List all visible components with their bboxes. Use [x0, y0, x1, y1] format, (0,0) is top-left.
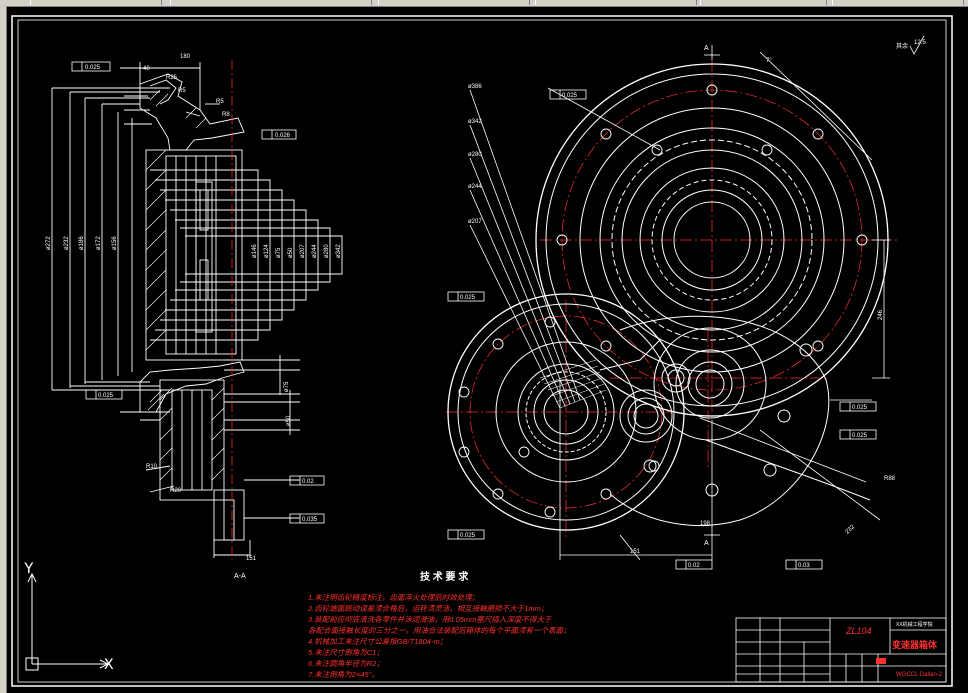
tol-value: 0.025 [460, 295, 476, 301]
tech-req-item: 7.未注倒角为2×45°。 [308, 670, 379, 679]
view-label: A [704, 540, 709, 547]
ucs-x-label: X [104, 656, 114, 674]
ucs-y-label: Y [24, 560, 34, 578]
tol-value: 0.025 [852, 433, 868, 439]
dim-text: ø280 [324, 244, 330, 258]
tol-value: 0.035 [302, 517, 318, 523]
tol-value: 0.03 [798, 563, 810, 569]
tol-value: 0.025 [562, 93, 578, 99]
section-label: A-A [234, 573, 246, 580]
dim-text: R25 [166, 75, 178, 81]
tol-value: 0.02 [688, 563, 700, 569]
roughness-symbol: 其余 12.5 [896, 35, 926, 55]
plan-dim-text: 0.025 0.025 0.025 0.02 0.03 0.025 0.025 … [460, 58, 896, 569]
cad-viewport[interactable]: 0.025 0.026 0.025 0.02 0.035 180 40 R25 … [0, 0, 968, 693]
dim-text: ø50 [288, 247, 294, 258]
tol-value: 0.026 [275, 133, 291, 139]
dim-text: R20 [170, 488, 182, 494]
dim-text: ø75 [284, 381, 290, 392]
tolerance-frames [71, 61, 325, 524]
view-label: A [704, 45, 709, 52]
dim-text: ø75 [276, 247, 282, 258]
idler-housing [599, 315, 871, 526]
dim-text: ø207 [468, 219, 482, 225]
section-dim-text: 0.025 0.026 0.025 0.02 0.035 180 40 R25 … [46, 54, 342, 562]
tech-req-item: 3.装配前应彻底清洗各零件并涂润滑油，用0.05mm塞尺插入深度不得大于 [308, 615, 553, 624]
dim-text: ø146 [252, 244, 258, 258]
roughness-label: 其余 [896, 42, 908, 50]
technical-requirements: 技 术 要 求 1.未注明齿轮精度标注，齿面淬火处理后时效处理； 2.齿轮端面跳… [307, 570, 571, 679]
tech-req-item: 4.机械加工未注尺寸公差按GB/T1804-m； [308, 637, 447, 646]
tol-value: 0.02 [302, 479, 314, 485]
tech-req-item: 5.未注尺寸倒角为C1； [308, 648, 384, 657]
dim-text: ø386 [468, 84, 482, 90]
dim-text: ø50 [286, 415, 292, 426]
dim-text: R5 [178, 88, 186, 94]
drawing-number: ZL104 [845, 626, 872, 636]
dim-text: ø172 [96, 236, 102, 250]
dim-text: ø244 [312, 244, 318, 258]
drawing-code: WGCCL Dalian-2 [896, 672, 943, 678]
bolt-holes-small [458, 316, 660, 518]
dim-text: 246 [878, 309, 884, 320]
dim-text: ø342 [336, 244, 342, 258]
plan-dimensions [469, 45, 890, 561]
dim-text: ø244 [468, 184, 482, 190]
dim-text: 7° [766, 58, 772, 64]
ucs-icon: Y X [20, 560, 120, 684]
section-view [51, 62, 343, 558]
dim-text: 180 [180, 54, 191, 60]
dim-text: 40 [143, 66, 150, 72]
part-name: 变速器箱体 [892, 639, 938, 650]
dim-text: ø156 [112, 236, 118, 250]
tol-value: 0.025 [852, 405, 868, 411]
dim-text: 151 [630, 549, 641, 555]
dim-text: ø124 [264, 244, 270, 258]
dim-text: ø280 [468, 152, 482, 158]
tech-req-item: 各配合面接触长度的三分之一，用油合法装配后箱体的每个平面须有一个表面； [308, 626, 571, 635]
dim-text: ø186 [79, 236, 85, 250]
drawing-canvas: 0.025 0.026 0.025 0.02 0.035 180 40 R25 … [11, 15, 953, 687]
dim-text: R10 [146, 464, 158, 470]
dim-text: 151 [246, 556, 257, 562]
dim-text: ø342 [468, 119, 482, 125]
tech-req-title: 技 术 要 求 [420, 570, 469, 583]
dim-text: R88 [884, 476, 896, 482]
dim-text: R8 [222, 112, 230, 118]
tol-value: 0.025 [85, 65, 101, 71]
company-name: XX机械工程学院 [896, 621, 933, 628]
tech-req-item: 2.齿轮端面跳动误差须合格后，运转须灵活，相互接触磨损不大于1mm； [307, 604, 548, 613]
dim-text: R5 [216, 99, 224, 105]
dim-text: ø232 [64, 236, 70, 250]
dim-text: ø207 [300, 244, 306, 258]
tech-req-item: 1.未注明齿轮精度标注，齿面淬火处理后时效处理； [308, 593, 479, 602]
dim-text: 232 [845, 524, 857, 536]
dim-text: ø272 [46, 236, 52, 250]
plan-tolerance-frames [447, 89, 877, 570]
dim-text: 198 [700, 521, 711, 527]
tol-value: 0.025 [98, 393, 114, 399]
tol-value: 0.025 [460, 533, 476, 539]
tech-req-item: 6.未注圆角半径为R2； [308, 659, 384, 668]
